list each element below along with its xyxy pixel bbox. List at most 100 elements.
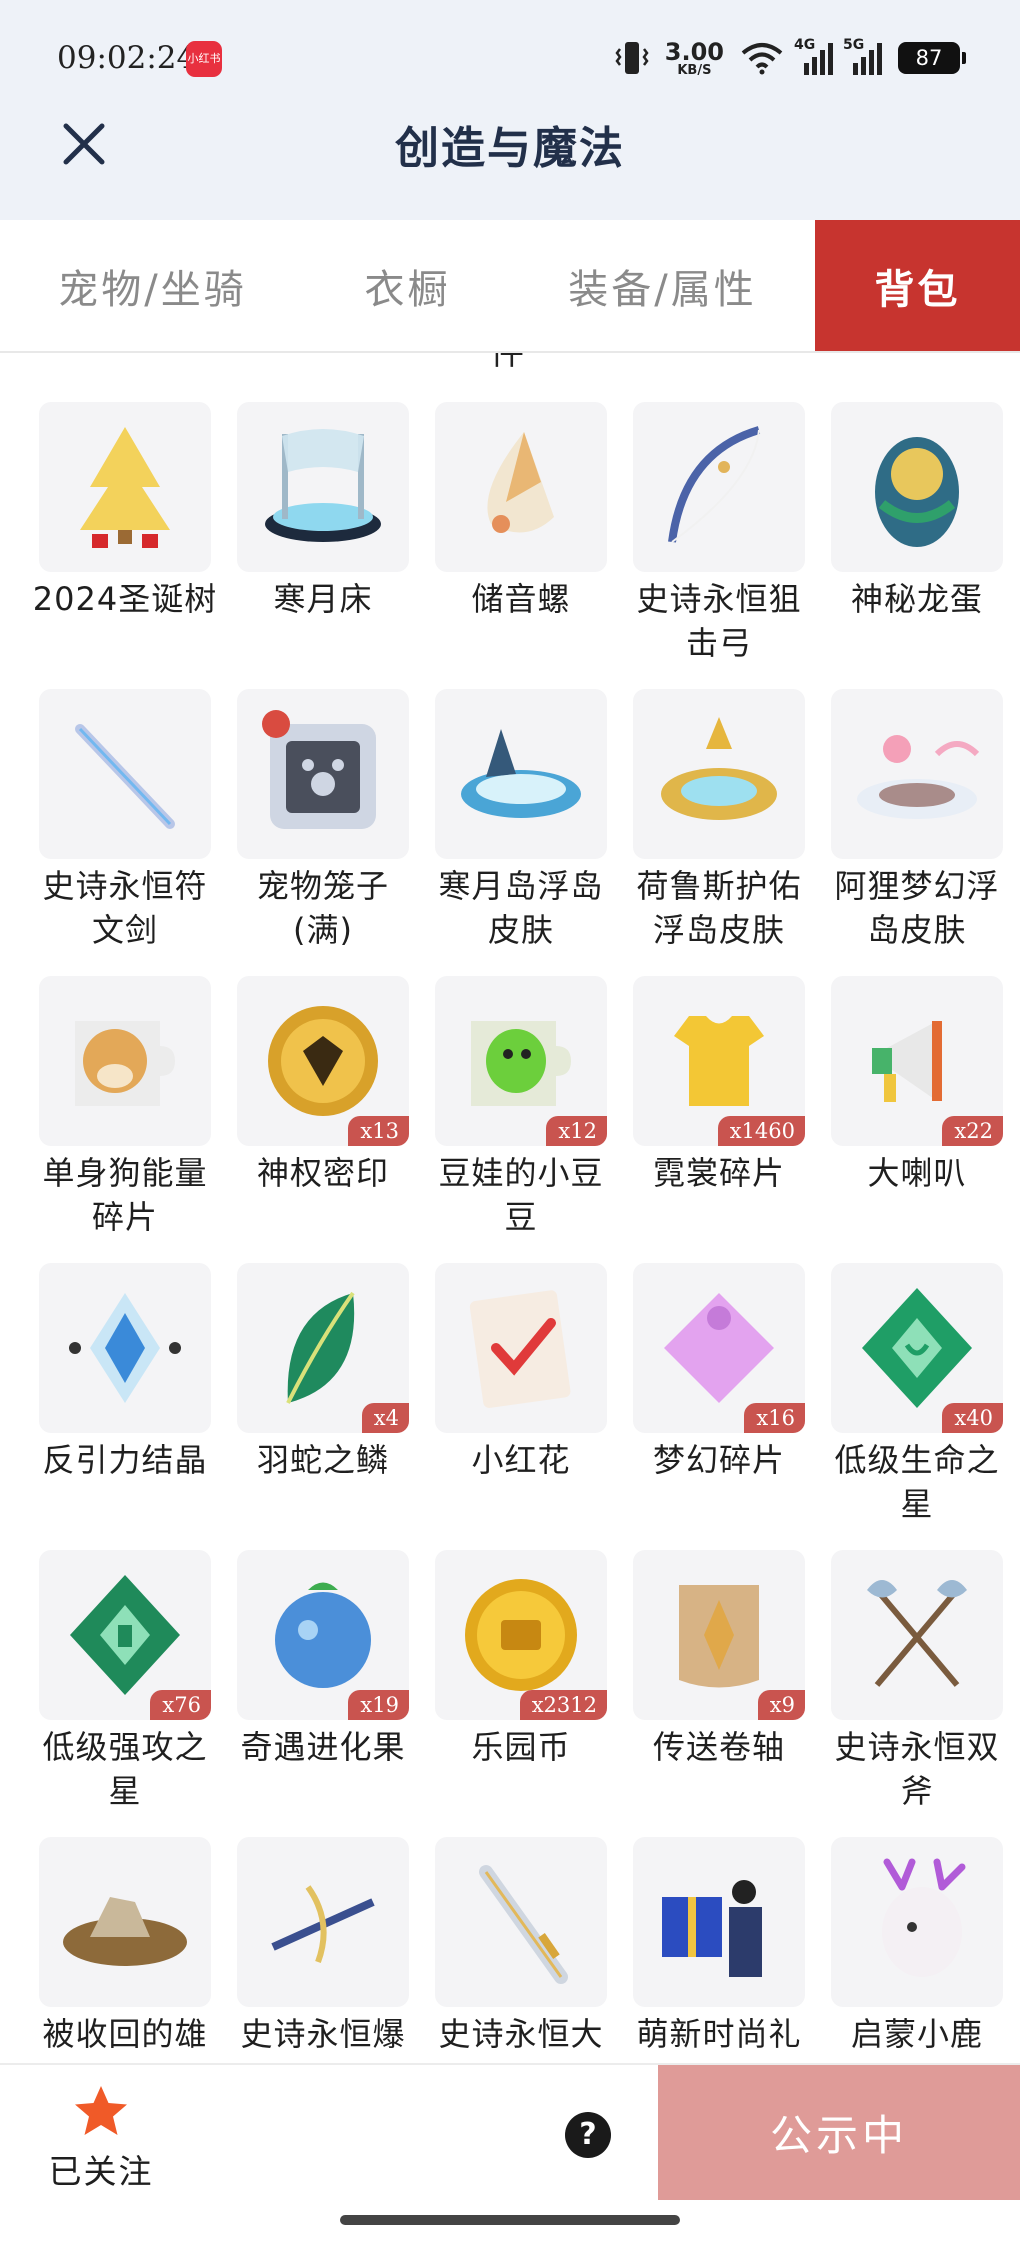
item-name: 乐园币	[471, 1728, 571, 1766]
floating-island-icon	[461, 729, 581, 818]
backpack-item[interactable]: x40 低级生命之星	[818, 1263, 1016, 1550]
cell-signal-5g-label: 5G	[843, 37, 865, 53]
conch-icon	[487, 432, 554, 533]
item-thumbnail: x13	[237, 976, 409, 1146]
rune-sword-icon	[75, 724, 175, 829]
backpack-item[interactable]: x9 传送卷轴	[620, 1550, 818, 1837]
item-quantity-badge: x19	[348, 1690, 409, 1720]
item-thumbnail	[831, 689, 1003, 859]
cell-signal-4g-label: 4G	[794, 37, 816, 53]
item-thumbnail: x16	[633, 1263, 805, 1433]
item-name: 低级生命之星	[834, 1441, 1000, 1523]
item-quantity-badge: x16	[744, 1403, 805, 1433]
item-thumbnail	[831, 1550, 1003, 1720]
backpack-item[interactable]: x19 奇遇进化果	[224, 1550, 422, 1837]
backpack-item[interactable]: 单身狗能量碎片	[26, 976, 224, 1263]
item-thumbnail	[435, 689, 607, 859]
notice-button[interactable]: 公示中	[658, 2065, 1020, 2200]
item-quantity-badge: x2312	[519, 1690, 607, 1720]
item-thumbnail	[39, 689, 211, 859]
item-thumbnail: x2312	[435, 1550, 607, 1720]
status-indicators: 3.00 KB/S 4G 5G 87	[615, 36, 966, 80]
backpack-item[interactable]: x1460 霓裳碎片	[620, 976, 818, 1263]
backpack-item[interactable]: x13 神权密印	[224, 976, 422, 1263]
tab-equipment[interactable]: 装备/属性	[510, 220, 815, 351]
category-tabs: 宠物/坐骑 衣橱 装备/属性 背包	[0, 220, 1020, 353]
backpack-item[interactable]: x76 低级强攻之星	[26, 1550, 224, 1837]
net-speed-value: 3.00	[664, 37, 724, 66]
golden-island-icon	[661, 717, 777, 820]
crossbow-icon	[271, 1885, 375, 1964]
item-name: 史诗永恒符文剑	[42, 867, 208, 949]
backpack-item[interactable]: x12 豆娃的小豆豆	[422, 976, 620, 1263]
green-gem-icon	[862, 1288, 972, 1408]
item-name: 启蒙小鹿	[850, 2015, 983, 2053]
item-name: 反引力结晶	[42, 1441, 208, 1479]
pet-cage-icon	[262, 710, 376, 829]
bow-icon	[668, 426, 761, 543]
item-name: 萌新时尚礼	[636, 2015, 802, 2053]
backpack-item[interactable]: 萌新时尚礼	[620, 1837, 818, 2063]
item-name: 宠物笼子(满)	[256, 867, 389, 949]
item-thumbnail: x12	[435, 976, 607, 1146]
clipped-item-label: 件	[490, 353, 524, 373]
item-thumbnail	[39, 402, 211, 572]
item-quantity-badge: x4	[361, 1403, 409, 1433]
item-thumbnail: x76	[39, 1550, 211, 1720]
gift-box-icon	[662, 1880, 762, 1977]
backpack-item[interactable]: 储音螺	[422, 402, 620, 689]
item-name: 单身狗能量碎片	[42, 1154, 208, 1236]
backpack-item[interactable]: x16 梦幻碎片	[620, 1263, 818, 1550]
follow-button[interactable]: 已关注	[42, 2083, 160, 2193]
item-name: 神秘龙蛋	[850, 580, 983, 618]
backpack-item[interactable]: x22 大喇叭	[818, 976, 1016, 1263]
tab-wardrobe[interactable]: 衣橱	[305, 220, 510, 351]
gold-seal-icon	[268, 1006, 378, 1116]
item-thumbnail	[237, 689, 409, 859]
backpack-item[interactable]: 阿狸梦幻浮岛皮肤	[818, 689, 1016, 976]
status-time: 09:02:24	[57, 40, 197, 76]
backpack-item[interactable]: 史诗永恒双斧	[818, 1550, 1016, 1837]
backpack-item[interactable]: x4 羽蛇之鳞	[224, 1263, 422, 1550]
item-quantity-badge: x76	[150, 1690, 211, 1720]
backpack-item[interactable]: 史诗永恒狙击弓	[620, 402, 818, 689]
cell-signal-4g-icon: 4G	[794, 37, 833, 75]
item-thumbnail	[633, 1837, 805, 2007]
item-quantity-badge: x9	[757, 1690, 805, 1720]
backpack-item[interactable]: 史诗永恒爆	[224, 1837, 422, 2063]
crystal-icon	[69, 1293, 181, 1403]
backpack-item[interactable]: 被收回的雄	[26, 1837, 224, 2063]
item-name: 梦幻碎片	[652, 1441, 785, 1479]
bottom-action-bar: 已关注 ? 公示中	[0, 2063, 1020, 2243]
help-button[interactable]: ?	[565, 2112, 611, 2158]
backpack-item[interactable]: 反引力结晶	[26, 1263, 224, 1550]
item-quantity-badge: x12	[546, 1116, 607, 1146]
item-thumbnail	[237, 402, 409, 572]
item-thumbnail	[831, 402, 1003, 572]
backpack-item[interactable]: 神秘龙蛋	[818, 402, 1016, 689]
top-header: 09:02:24 小红书 3.00 KB/S 4G 5G 87 创造与魔法	[0, 0, 1020, 220]
backpack-item[interactable]: x2312 乐园币	[422, 1550, 620, 1837]
backpack-item[interactable]: 荷鲁斯护佑浮岛皮肤	[620, 689, 818, 976]
backpack-item[interactable]: 寒月床	[224, 402, 422, 689]
backpack-item[interactable]: 2024圣诞树	[26, 402, 224, 689]
dream-island-icon	[857, 735, 980, 819]
tab-backpack[interactable]: 背包	[815, 220, 1020, 351]
app-notification-icon: 小红书	[186, 41, 222, 77]
backpack-item[interactable]: 小红花	[422, 1263, 620, 1550]
backpack-item[interactable]: 启蒙小鹿	[818, 1837, 1016, 2063]
home-indicator[interactable]	[340, 2215, 680, 2225]
backpack-item[interactable]: 史诗永恒大	[422, 1837, 620, 2063]
backpack-item-list[interactable]: 件 2024圣诞树 寒月床 储音螺 史诗永恒狙击弓 神秘龙蛋史诗永恒符文剑 宠物笼子(满)…	[0, 353, 1020, 2063]
item-quantity-badge: x1460	[717, 1116, 805, 1146]
item-name: 低级强攻之星	[42, 1728, 208, 1810]
tab-pets-mounts[interactable]: 宠物/坐骑	[0, 220, 305, 351]
item-quantity-badge: x13	[348, 1116, 409, 1146]
item-name: 史诗永恒双斧	[834, 1728, 1000, 1810]
item-name: 储音螺	[471, 580, 571, 618]
item-name: 史诗永恒狙击弓	[636, 580, 802, 662]
backpack-item[interactable]: 史诗永恒符文剑	[26, 689, 224, 976]
backpack-item[interactable]: 宠物笼子(满)	[224, 689, 422, 976]
shirt-icon	[674, 1016, 764, 1106]
backpack-item[interactable]: 寒月岛浮岛皮肤	[422, 689, 620, 976]
